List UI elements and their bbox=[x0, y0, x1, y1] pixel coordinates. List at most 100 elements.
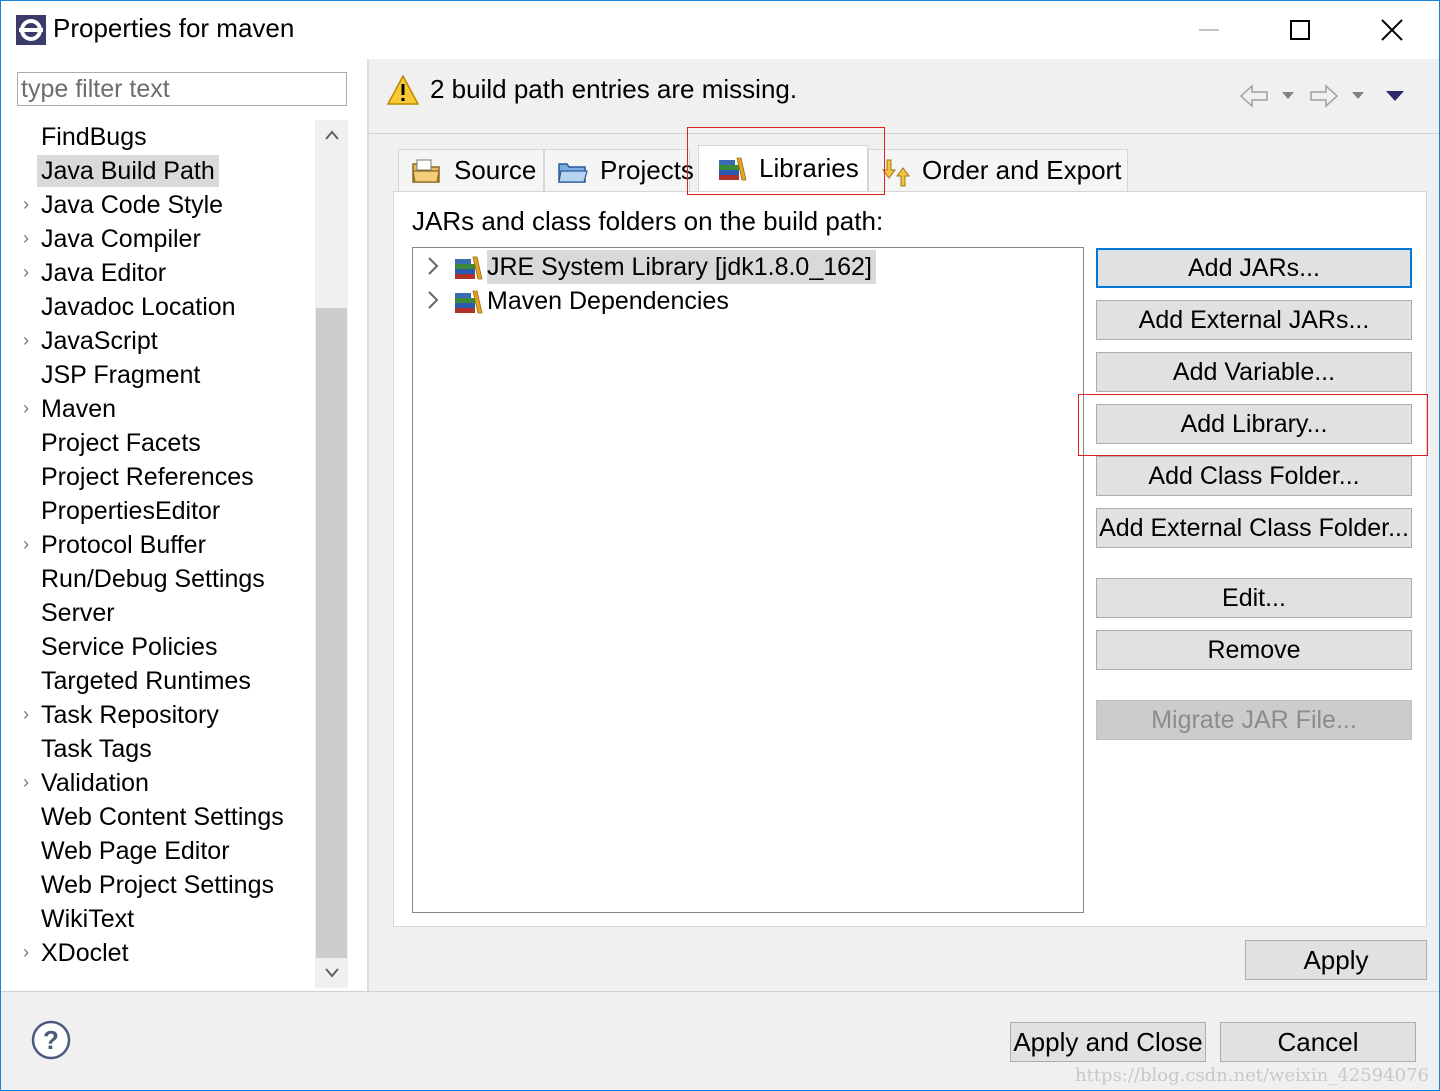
sidebar-item-label: WikiText bbox=[41, 905, 135, 933]
sidebar-item-task-repository[interactable]: › Task Repository bbox=[1, 698, 315, 732]
scroll-down-button[interactable] bbox=[315, 958, 348, 988]
sidebar-item-protocol-buffer[interactable]: › Protocol Buffer bbox=[1, 528, 315, 562]
sidebar-item-label: XDoclet bbox=[41, 939, 129, 967]
tree-scrollbar[interactable] bbox=[315, 120, 348, 988]
library-entry-label: Maven Dependencies bbox=[487, 287, 729, 315]
migrate-jar-button: Migrate JAR File... bbox=[1096, 700, 1412, 740]
library-entry-jre[interactable]: JRE System Library [jdk1.8.0_162] bbox=[413, 250, 1073, 284]
add-class-folder-button[interactable]: Add Class Folder... bbox=[1096, 456, 1412, 496]
tab-projects[interactable]: Projects bbox=[544, 149, 694, 191]
close-button[interactable] bbox=[1346, 1, 1438, 59]
minimize-icon bbox=[1199, 29, 1219, 31]
sidebar-item-label: Project References bbox=[41, 463, 254, 491]
minimize-button[interactable] bbox=[1163, 1, 1255, 59]
sidebar-item-findbugs[interactable]: FindBugs bbox=[1, 120, 315, 154]
sidebar-item-java-code-style[interactable]: › Java Code Style bbox=[1, 188, 315, 222]
message-bar: 2 build path entries are missing. bbox=[369, 59, 1439, 134]
title-bar: Properties for maven bbox=[1, 1, 1439, 59]
tab-order-export[interactable]: Order and Export bbox=[868, 149, 1128, 191]
sidebar-item-validation[interactable]: › Validation bbox=[1, 766, 315, 800]
sidebar-item-jsp-fragment[interactable]: JSP Fragment bbox=[1, 358, 315, 392]
chevron-down-icon bbox=[324, 968, 339, 978]
maximize-button[interactable] bbox=[1254, 1, 1346, 59]
sidebar-item-task-tags[interactable]: Task Tags bbox=[1, 732, 315, 766]
filter-input[interactable] bbox=[17, 72, 347, 106]
sidebar-item-label: Javadoc Location bbox=[41, 293, 236, 321]
expand-arrow-icon[interactable] bbox=[427, 256, 439, 276]
apply-and-close-button[interactable]: Apply and Close bbox=[1010, 1022, 1206, 1062]
sidebar-item-label: Run/Debug Settings bbox=[41, 565, 265, 593]
forward-arrow-icon[interactable] bbox=[1309, 83, 1339, 109]
apply-button[interactable]: Apply bbox=[1245, 940, 1427, 980]
sidebar-item-javascript[interactable]: › JavaScript bbox=[1, 324, 315, 358]
sidebar-item-targeted-runtimes[interactable]: Targeted Runtimes bbox=[1, 664, 315, 698]
expand-arrow-icon[interactable]: › bbox=[23, 534, 29, 555]
sidebar-item-web-page-editor[interactable]: Web Page Editor bbox=[1, 834, 315, 868]
sidebar-item-label: Targeted Runtimes bbox=[41, 667, 251, 695]
expand-arrow-icon[interactable]: › bbox=[23, 398, 29, 419]
sidebar-item-javadoc-location[interactable]: Javadoc Location bbox=[1, 290, 315, 324]
page-navigation bbox=[1239, 79, 1419, 113]
add-external-jars-button[interactable]: Add External JARs... bbox=[1096, 300, 1412, 340]
preference-tree-pane: FindBugsJava Build Path›Java Code Style›… bbox=[1, 59, 367, 991]
sidebar-item-web-content-settings[interactable]: Web Content Settings bbox=[1, 800, 315, 834]
sidebar-item-wikitext[interactable]: WikiText bbox=[1, 902, 315, 936]
sidebar-item-java-editor[interactable]: › Java Editor bbox=[1, 256, 315, 290]
edit-button[interactable]: Edit... bbox=[1096, 578, 1412, 618]
add-library-button[interactable]: Add Library... bbox=[1096, 404, 1412, 444]
sidebar-item-label: PropertiesEditor bbox=[41, 497, 221, 525]
remove-button[interactable]: Remove bbox=[1096, 630, 1412, 670]
expand-arrow-icon[interactable]: › bbox=[23, 228, 29, 249]
help-icon[interactable]: ? bbox=[31, 1020, 71, 1060]
library-entry-maven[interactable]: Maven Dependencies bbox=[413, 284, 1073, 318]
window-title: Properties for maven bbox=[53, 13, 295, 43]
back-arrow-icon[interactable] bbox=[1239, 83, 1269, 109]
expand-arrow-icon[interactable]: › bbox=[23, 704, 29, 725]
property-page: 2 build path entries are missing. Source… bbox=[369, 59, 1439, 991]
sidebar-item-label: FindBugs bbox=[41, 123, 147, 151]
warning-icon bbox=[387, 75, 419, 105]
back-dropdown-icon[interactable] bbox=[1281, 91, 1295, 101]
forward-dropdown-icon[interactable] bbox=[1351, 91, 1365, 101]
expand-arrow-icon[interactable]: › bbox=[23, 194, 29, 215]
expand-arrow-icon[interactable]: › bbox=[23, 330, 29, 351]
sidebar-item-propertieseditor[interactable]: PropertiesEditor bbox=[1, 494, 315, 528]
scrollbar-thumb[interactable] bbox=[316, 308, 347, 958]
expand-arrow-icon[interactable] bbox=[427, 290, 439, 310]
sidebar-item-java-build-path[interactable]: Java Build Path bbox=[1, 154, 315, 188]
expand-arrow-icon[interactable]: › bbox=[23, 772, 29, 793]
tab-libraries[interactable]: Libraries bbox=[698, 145, 868, 192]
maximize-icon bbox=[1290, 20, 1310, 40]
cancel-button[interactable]: Cancel bbox=[1220, 1022, 1416, 1062]
libraries-tab-panel: JARs and class folders on the build path… bbox=[393, 191, 1427, 927]
dialog-button-bar: ? Apply and Close Cancel https://blog.cs… bbox=[1, 992, 1439, 1090]
scroll-up-button[interactable] bbox=[315, 120, 348, 150]
sidebar-item-label: Web Content Settings bbox=[41, 803, 284, 831]
expand-arrow-icon[interactable]: › bbox=[23, 262, 29, 283]
tab-projects-label: Projects bbox=[600, 155, 694, 185]
sidebar-item-label: JSP Fragment bbox=[41, 361, 201, 389]
sidebar-item-maven[interactable]: › Maven bbox=[1, 392, 315, 426]
tab-source[interactable]: Source bbox=[398, 149, 544, 191]
sidebar-item-server[interactable]: Server bbox=[1, 596, 315, 630]
sidebar-item-web-project-settings[interactable]: Web Project Settings bbox=[1, 868, 315, 902]
sidebar-item-label: Maven bbox=[41, 395, 117, 423]
view-menu-icon[interactable] bbox=[1385, 90, 1405, 102]
expand-arrow-icon[interactable]: › bbox=[23, 942, 29, 963]
sidebar-item-label: Service Policies bbox=[41, 633, 218, 661]
add-external-class-folder-button[interactable]: Add External Class Folder... bbox=[1096, 508, 1412, 548]
add-jars-button[interactable]: Add JARs... bbox=[1096, 248, 1412, 288]
libraries-tree[interactable]: JRE System Library [jdk1.8.0_162] Maven … bbox=[412, 247, 1084, 913]
sidebar-item-project-references[interactable]: Project References bbox=[1, 460, 315, 494]
tab-source-label: Source bbox=[454, 155, 537, 185]
property-page-tree: FindBugs Java Build Path › Java Code Style ›… bbox=[1, 120, 315, 992]
sidebar-item-xdoclet[interactable]: › XDoclet bbox=[1, 936, 315, 970]
sidebar-item-project-facets[interactable]: Project Facets bbox=[1, 426, 315, 460]
sidebar-item-label: Web Project Settings bbox=[41, 871, 274, 899]
tab-libraries-label: Libraries bbox=[759, 153, 859, 183]
sidebar-item-java-compiler[interactable]: › Java Compiler bbox=[1, 222, 315, 256]
library-icon bbox=[455, 290, 483, 314]
add-variable-button[interactable]: Add Variable... bbox=[1096, 352, 1412, 392]
sidebar-item-service-policies[interactable]: Service Policies bbox=[1, 630, 315, 664]
sidebar-item-run-debug-settings[interactable]: Run/Debug Settings bbox=[1, 562, 315, 596]
